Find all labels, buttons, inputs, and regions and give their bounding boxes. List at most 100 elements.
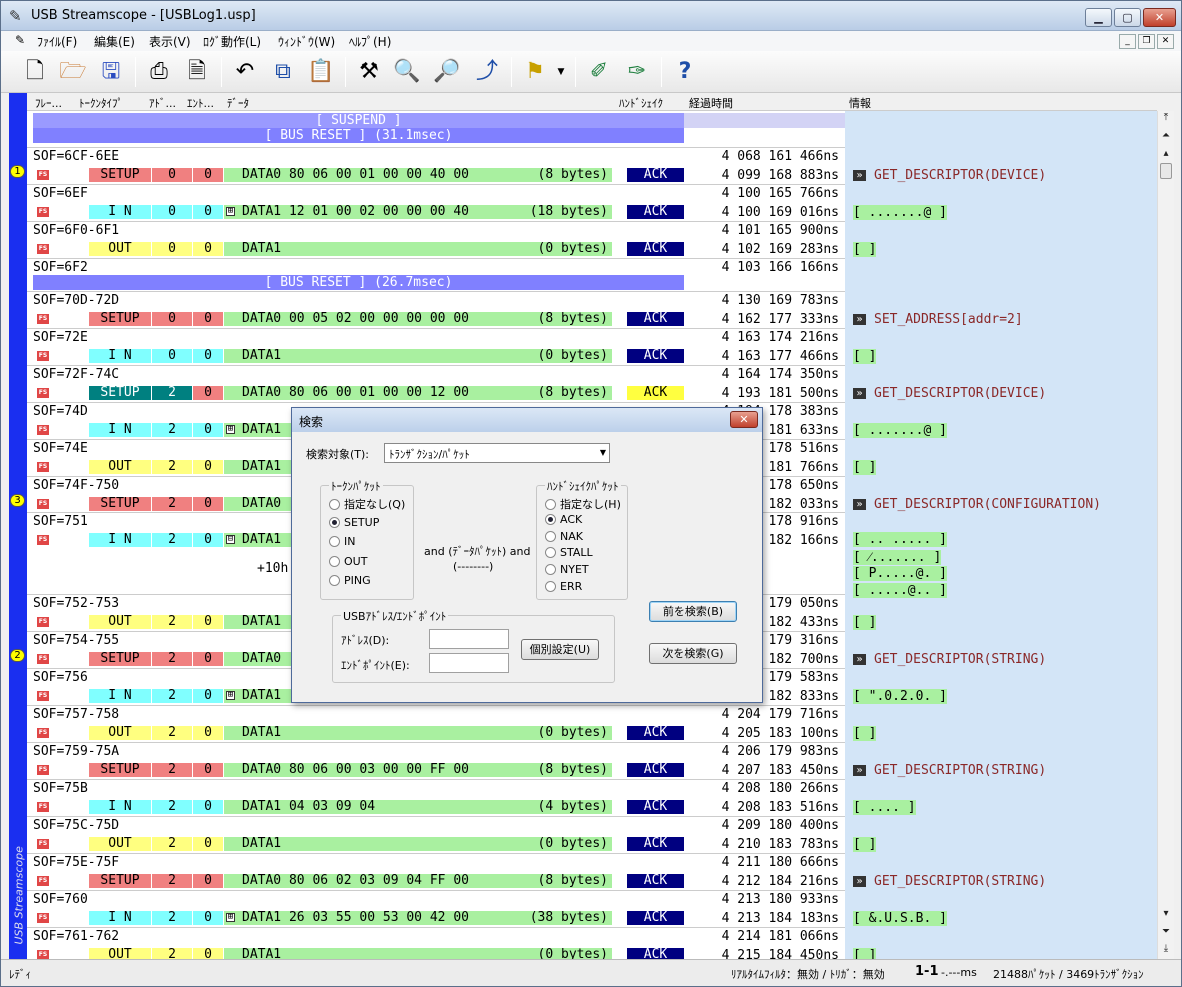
col-frame[interactable]: ﾌﾚｰ... <box>35 95 62 111</box>
frame-row[interactable]: SOF=6EF 4 100 165 766ns FS I N 0 0 ⊞ DATA1 12 0… <box>27 184 1157 221</box>
token-pid[interactable]: SETUP <box>89 386 151 400</box>
menu-view[interactable]: 表示(V) <box>149 33 191 50</box>
token-radio[interactable]: PING <box>329 574 371 587</box>
help-icon[interactable]: ? <box>669 56 701 88</box>
open-folder-icon[interactable]: 🗁 <box>57 56 89 88</box>
frame-row[interactable]: SOF=760 4 213 180 933ns FS I N 2 0 ⊞ DATA1 26 0… <box>27 890 1157 927</box>
expand-toggle[interactable]: ⊞ <box>226 207 235 216</box>
token-pid[interactable]: I N <box>89 205 151 219</box>
data-packet[interactable]: DATA1 (0 bytes) <box>224 948 612 959</box>
token-radio[interactable]: SETUP <box>329 516 379 529</box>
menu-window[interactable]: ｳｨﾝﾄﾞｳ(W) <box>278 33 335 50</box>
menu-edit[interactable]: 編集(E) <box>94 33 135 50</box>
token-pid[interactable]: SETUP <box>89 497 151 511</box>
frame-row[interactable]: SOF=75C-75D 4 209 180 400ns FS OUT 2 0 DATA1 (0… <box>27 816 1157 853</box>
token-pid[interactable]: I N <box>89 689 151 703</box>
find-next-icon[interactable]: ⤴ <box>471 56 503 88</box>
handshake-ack[interactable]: ACK <box>627 874 684 888</box>
frame-row[interactable]: SOF=6CF-6EE 4 068 161 466ns FS SETUP 0 0 DATA0… <box>27 147 1157 184</box>
menu-help[interactable]: ﾍﾙﾌﾟ(H) <box>349 33 391 50</box>
frame-row[interactable]: SOF=72F-74C 4 164 174 350ns FS SETUP 2 0 DATA0… <box>27 365 1157 402</box>
marker-bubble[interactable]: 1 <box>10 165 25 178</box>
token-pid[interactable]: I N <box>89 911 151 925</box>
token-pid[interactable]: OUT <box>89 615 151 629</box>
scroll-top-button[interactable]: ⤒ <box>1158 111 1174 126</box>
settings-icon[interactable]: ⚒ <box>353 56 385 88</box>
token-pid[interactable]: OUT <box>89 837 151 851</box>
minimize-button[interactable]: ▁ <box>1085 8 1112 27</box>
col-token[interactable]: ﾄｰｸﾝﾀｲﾌﾟ <box>79 95 123 111</box>
address-input[interactable] <box>429 629 509 649</box>
data-packet[interactable]: DATA0 00 05 02 00 00 00 00 00 (8 bytes) <box>224 312 612 326</box>
marker-bubble[interactable]: 2 <box>10 649 25 662</box>
menu-log[interactable]: ﾛｸﾞ動作(L) <box>203 33 261 50</box>
token-radio[interactable]: 指定なし(Q) <box>329 496 405 512</box>
handshake-ack[interactable]: ACK <box>627 386 684 400</box>
handshake-ack[interactable]: ACK <box>627 911 684 925</box>
chevron-down-icon[interactable]: ▼ <box>553 56 569 88</box>
token-pid[interactable]: SETUP <box>89 652 151 666</box>
token-radio[interactable]: OUT <box>329 555 367 568</box>
individual-settings-button[interactable]: 個別設定(U) <box>521 639 599 660</box>
data-packet[interactable]: DATA0 80 06 00 01 00 00 40 00 (8 bytes) <box>224 168 612 182</box>
dialog-close-button[interactable]: ✕ <box>730 411 758 428</box>
handshake-ack[interactable]: ACK <box>627 349 684 363</box>
data-packet[interactable]: DATA0 80 06 02 03 09 04 FF 00 (8 bytes) <box>224 874 612 888</box>
data-packet[interactable]: DATA1 (0 bytes) <box>224 837 612 851</box>
handshake-ack[interactable]: ACK <box>627 168 684 182</box>
frame-row[interactable]: SOF=759-75A 4 206 179 983ns FS SETUP 2 0 DATA0… <box>27 742 1157 779</box>
handshake-radio[interactable]: ERR <box>545 580 582 593</box>
print-preview-icon[interactable]: 🗎 <box>181 56 213 88</box>
scroll-page-down-button[interactable]: ⏷ <box>1158 925 1174 940</box>
handshake-ack[interactable]: ACK <box>627 726 684 740</box>
frame-row[interactable]: SOF=757-758 4 204 179 716ns FS OUT 2 0 DATA1 (0… <box>27 705 1157 742</box>
data-packet[interactable]: DATA1 (0 bytes) <box>224 726 612 740</box>
frame-row[interactable]: SOF=761-762 4 214 181 066ns FS OUT 2 0 DATA1 (0… <box>27 927 1157 959</box>
handshake-radio[interactable]: ACK <box>545 513 582 526</box>
col-time[interactable]: 経過時間 <box>689 95 733 111</box>
expand-toggle[interactable]: ⊞ <box>226 691 235 700</box>
token-pid[interactable]: SETUP <box>89 312 151 326</box>
target-select[interactable]: ﾄﾗﾝｻﾞｸｼｮﾝ/ﾊﾟｹｯﾄ ▼ <box>384 443 610 463</box>
mdi-restore-button[interactable]: ❐ <box>1138 34 1155 49</box>
token-pid[interactable]: OUT <box>89 726 151 740</box>
find-prev-icon[interactable]: 🔎 <box>431 56 463 88</box>
mdi-doc-icon[interactable]: ✎ <box>15 33 25 47</box>
close-button[interactable]: ✕ <box>1143 8 1176 27</box>
handshake-radio[interactable]: 指定なし(H) <box>545 496 621 512</box>
marker-bubble[interactable]: 3 <box>10 494 25 507</box>
frame-row[interactable]: SOF=75E-75F 4 211 180 666ns FS SETUP 2 0 DATA0… <box>27 853 1157 890</box>
new-file-icon[interactable]: 🗋 <box>19 56 51 88</box>
col-addr[interactable]: ｱﾄﾞ... <box>149 95 176 111</box>
col-data[interactable]: ﾃﾞｰﾀ <box>227 95 249 111</box>
token-pid[interactable]: I N <box>89 349 151 363</box>
handshake-ack[interactable]: ACK <box>627 205 684 219</box>
frame-row[interactable]: SOF=6F0-6F1 4 101 165 900ns FS OUT 0 0 DATA1 (0… <box>27 221 1157 258</box>
data-packet[interactable]: DATA0 80 06 00 01 00 00 12 00 (8 bytes) <box>224 386 612 400</box>
mdi-close-button[interactable]: ✕ <box>1157 34 1174 49</box>
find-previous-button[interactable]: 前を検索(B) <box>649 601 737 622</box>
handshake-ack[interactable]: ACK <box>627 763 684 777</box>
undo-icon[interactable]: ↶ <box>229 56 261 88</box>
data-packet[interactable]: DATA0 80 06 00 03 00 00 FF 00 (8 bytes) <box>224 763 612 777</box>
trigger-icon[interactable]: ✐ <box>583 56 615 88</box>
dialog-title-bar[interactable]: 検索 ✕ <box>292 408 762 432</box>
token-pid[interactable]: SETUP <box>89 763 151 777</box>
expand-toggle[interactable]: ⊞ <box>226 425 235 434</box>
filter-icon[interactable]: ✑ <box>621 56 653 88</box>
copy-icon[interactable]: ⧉ <box>267 56 299 88</box>
token-pid[interactable]: I N <box>89 423 151 437</box>
frame-row[interactable]: SOF=70D-72D 4 130 169 783ns FS SETUP 0 0 DATA0… <box>27 291 1157 328</box>
print-icon[interactable]: ⎙ <box>143 56 175 88</box>
handshake-ack[interactable]: ACK <box>627 837 684 851</box>
data-packet[interactable]: DATA1 (0 bytes) <box>224 242 612 256</box>
find-next-button[interactable]: 次を検索(G) <box>649 643 737 664</box>
token-pid[interactable]: SETUP <box>89 168 151 182</box>
save-icon[interactable]: 🖫 <box>95 56 127 88</box>
handshake-ack[interactable]: ACK <box>627 948 684 959</box>
scroll-page-up-button[interactable]: ⏶ <box>1158 129 1174 144</box>
handshake-radio[interactable]: NYET <box>545 563 589 576</box>
find-icon[interactable]: 🔍 <box>391 56 423 88</box>
frame-row[interactable]: SOF=75B 4 208 180 266ns FS I N 2 0 DATA1 04 03… <box>27 779 1157 816</box>
scroll-down-button[interactable]: ▾ <box>1158 907 1174 922</box>
